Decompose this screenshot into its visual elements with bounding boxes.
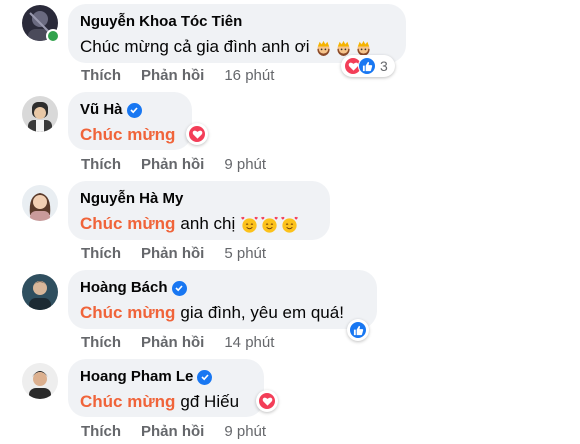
comment-bubble[interactable]: Hoàng Bách Chúc mừng gia đình, yêu em qu… <box>68 270 377 329</box>
comment-actions: Thích Phản hồi 9 phút <box>81 423 286 440</box>
smiling-face-hearts-emoji <box>261 216 278 233</box>
timestamp[interactable]: 5 phút <box>224 245 266 262</box>
commenter-name[interactable]: Nguyễn Khoa Tóc Tiên <box>80 13 394 31</box>
timestamp[interactable]: 16 phút <box>224 67 274 84</box>
comment-actions: Thích Phản hồi 9 phút <box>81 156 286 173</box>
timestamp[interactable]: 14 phút <box>224 334 274 351</box>
commenter-name[interactable]: Hoang Pham Le <box>80 368 252 386</box>
comment-bubble[interactable]: Nguyễn Hà My Chúc mừng anh chị <box>68 181 330 240</box>
comment-bubble[interactable]: Hoang Pham Le Chúc mừng gđ Hiếu <box>68 359 264 417</box>
verified-badge-icon <box>197 369 213 385</box>
reaction-summary[interactable] <box>347 319 369 341</box>
like-reaction-icon <box>358 57 376 75</box>
timestamp[interactable]: 9 phút <box>224 423 266 440</box>
commenter-name[interactable]: Vũ Hà <box>80 101 180 119</box>
commenter-name[interactable]: Hoàng Bách <box>80 279 365 297</box>
like-link[interactable]: Thích <box>81 67 121 84</box>
woman-crown-emoji <box>356 40 370 56</box>
comment-actions: Thích Phản hồi 16 phút <box>81 67 294 84</box>
like-link[interactable]: Thích <box>81 334 121 351</box>
avatar[interactable] <box>22 363 58 399</box>
reaction-summary[interactable] <box>256 390 278 412</box>
smiling-face-hearts-emoji <box>281 216 298 233</box>
reaction-count: 3 <box>380 58 388 74</box>
avatar[interactable] <box>22 96 58 132</box>
like-link[interactable]: Thích <box>81 156 121 173</box>
comment-actions: Thích Phản hồi 5 phút <box>81 245 286 262</box>
like-link[interactable]: Thích <box>81 423 121 440</box>
comment-text: Chúc mừng cả gia đình anh ơi <box>80 36 394 58</box>
comment-text: Chúc mừng gia đình, yêu em quá! <box>80 302 344 324</box>
reaction-summary[interactable]: 3 <box>341 55 395 77</box>
like-reaction-icon <box>349 321 367 339</box>
love-reaction-icon <box>188 125 206 143</box>
highlighted-text[interactable]: Chúc mừng <box>80 124 175 146</box>
comment-text: Chúc mừng anh chị <box>80 213 318 235</box>
commenter-name[interactable]: Nguyễn Hà My <box>80 190 318 208</box>
online-status-dot <box>46 29 60 43</box>
comment-text: Chúc mừng <box>80 124 180 146</box>
love-reaction-icon <box>258 392 276 410</box>
reply-link[interactable]: Phản hồi <box>141 334 204 351</box>
comment-bubble[interactable]: Vũ Hà Chúc mừng <box>68 92 192 150</box>
highlighted-text[interactable]: Chúc mừng <box>80 213 175 235</box>
reply-link[interactable]: Phản hồi <box>141 67 204 84</box>
timestamp[interactable]: 9 phút <box>224 156 266 173</box>
verified-badge-icon <box>126 102 142 118</box>
comment-text: Chúc mừng gđ Hiếu <box>80 391 240 413</box>
woman-crown-emoji <box>336 40 350 56</box>
verified-badge-icon <box>171 280 187 296</box>
reply-link[interactable]: Phản hồi <box>141 423 204 440</box>
like-link[interactable]: Thích <box>81 245 121 262</box>
reaction-summary[interactable] <box>186 123 208 145</box>
comment-actions: Thích Phản hồi 14 phút <box>81 334 294 351</box>
reply-link[interactable]: Phản hồi <box>141 245 204 262</box>
avatar[interactable] <box>22 274 58 310</box>
woman-crown-emoji <box>316 40 330 56</box>
avatar[interactable] <box>22 185 58 221</box>
smiling-face-hearts-emoji <box>241 216 258 233</box>
reply-link[interactable]: Phản hồi <box>141 156 204 173</box>
highlighted-text[interactable]: Chúc mừng <box>80 391 175 413</box>
highlighted-text[interactable]: Chúc mừng <box>80 302 175 324</box>
